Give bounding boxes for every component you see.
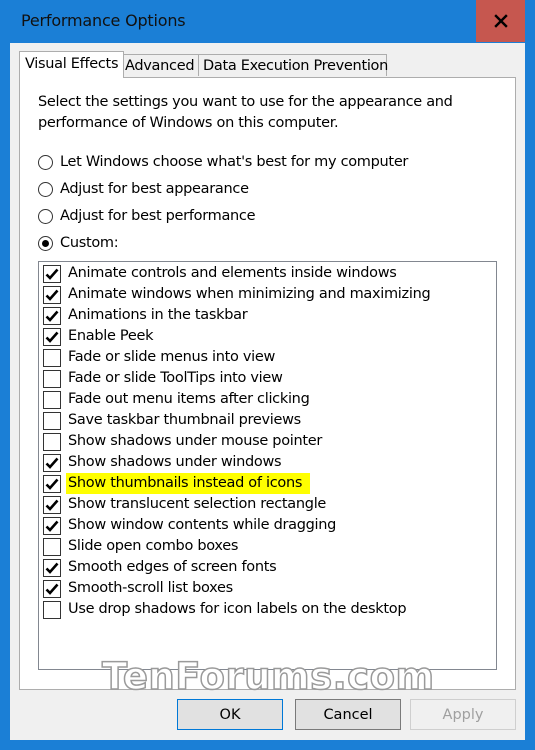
item-label: Animate windows when minimizing and maxi… <box>68 286 431 302</box>
radio-dot-icon <box>42 239 49 247</box>
list-item[interactable]: Fade or slide ToolTips into view <box>43 368 285 389</box>
radio-option[interactable]: Let Windows choose what's best for my co… <box>38 151 408 173</box>
item-label: Fade out menu items after clicking <box>68 391 310 407</box>
item-label: Save taskbar thumbnail previews <box>68 412 301 428</box>
list-item[interactable]: Smooth-scroll list boxes <box>43 578 235 599</box>
close-button[interactable] <box>476 0 525 42</box>
radio-label: Let Windows choose what's best for my co… <box>60 154 409 170</box>
checkmark-icon <box>45 331 59 343</box>
list-item[interactable]: Enable Peek <box>43 326 155 347</box>
checkmark-icon <box>45 562 59 574</box>
radio-selected-icon[interactable] <box>38 235 53 251</box>
checkbox-checked[interactable] <box>43 327 61 346</box>
checkbox-checked[interactable] <box>43 453 61 472</box>
checkbox-checked[interactable] <box>43 516 61 535</box>
radio-option[interactable]: Adjust for best performance <box>38 205 256 227</box>
visual-effects-list[interactable]: Animate controls and elements inside win… <box>38 261 497 670</box>
list-item[interactable]: Use drop shadows for icon labels on the … <box>43 599 408 620</box>
checkbox-unchecked[interactable] <box>43 432 61 451</box>
item-label: Smooth-scroll list boxes <box>68 580 233 596</box>
description-text: Select the settings you want to use for … <box>38 92 498 134</box>
description-line-2: performance of Windows on this computer. <box>38 115 339 131</box>
checkbox-checked[interactable] <box>43 306 61 325</box>
item-label: Show window contents while dragging <box>68 517 337 533</box>
radio-label: Adjust for best performance <box>60 208 256 224</box>
item-label: Animations in the taskbar <box>68 307 248 323</box>
checkbox-unchecked[interactable] <box>43 390 61 409</box>
list-item[interactable]: Animate windows when minimizing and maxi… <box>43 284 432 305</box>
item-label: Fade or slide menus into view <box>68 349 276 365</box>
tab-advanced[interactable]: Advanced <box>120 54 200 76</box>
checkmark-icon <box>45 289 59 301</box>
list-item[interactable]: Fade out menu items after clicking <box>43 389 311 410</box>
tab-data-execution-prevention[interactable]: Data Execution Prevention <box>198 54 388 76</box>
checkbox-checked[interactable] <box>43 285 61 304</box>
list-item[interactable]: Show thumbnails instead of icons <box>43 473 311 494</box>
list-item[interactable]: Smooth edges of screen fonts <box>43 557 278 578</box>
checkmark-icon <box>45 499 59 511</box>
description-line-1: Select the settings you want to use for … <box>38 94 453 110</box>
item-label: Use drop shadows for icon labels on the … <box>68 601 407 617</box>
list-item[interactable]: Show shadows under mouse pointer <box>43 431 324 452</box>
highlighted-item-label: Show thumbnails instead of icons <box>66 473 311 494</box>
item-label: Fade or slide ToolTips into view <box>68 370 283 386</box>
list-item[interactable]: Show shadows under windows <box>43 452 283 473</box>
checkbox-unchecked[interactable] <box>43 600 61 619</box>
cancel-button[interactable]: Cancel <box>295 699 401 730</box>
checkbox-unchecked[interactable] <box>43 411 61 430</box>
list-item[interactable]: Slide open combo boxes <box>43 536 240 557</box>
checkbox-unchecked[interactable] <box>43 348 61 367</box>
list-item[interactable]: Animate controls and elements inside win… <box>43 263 399 284</box>
tab-visual-effects[interactable]: Visual Effects <box>19 51 125 78</box>
checkbox-unchecked[interactable] <box>43 537 61 556</box>
radio-unselected-icon[interactable] <box>38 208 53 224</box>
checkbox-checked[interactable] <box>43 474 61 493</box>
checkmark-icon <box>45 583 59 595</box>
radio-unselected-icon[interactable] <box>38 154 53 170</box>
checkmark-icon <box>45 520 59 532</box>
checkbox-checked[interactable] <box>43 495 61 514</box>
title-bar: Performance Options <box>0 0 535 43</box>
window-title: Performance Options <box>21 11 186 30</box>
radio-unselected-icon[interactable] <box>38 181 53 197</box>
item-label: Show translucent selection rectangle <box>68 496 327 512</box>
item-label: Show shadows under mouse pointer <box>68 433 323 449</box>
radio-option[interactable]: Custom: <box>38 232 119 254</box>
checkbox-checked[interactable] <box>43 558 61 577</box>
apply-button[interactable]: Apply <box>410 699 516 730</box>
item-label: Enable Peek <box>68 328 154 344</box>
list-item[interactable]: Save taskbar thumbnail previews <box>43 410 303 431</box>
checkmark-icon <box>45 268 59 280</box>
list-item[interactable]: Show translucent selection rectangle <box>43 494 328 515</box>
list-item[interactable]: Show window contents while dragging <box>43 515 338 536</box>
checkbox-unchecked[interactable] <box>43 369 61 388</box>
item-label: Smooth edges of screen fonts <box>68 559 277 575</box>
radio-label: Custom: <box>60 235 119 251</box>
close-icon <box>493 14 508 28</box>
item-label: Slide open combo boxes <box>68 538 239 554</box>
radio-option[interactable]: Adjust for best appearance <box>38 178 249 200</box>
list-item[interactable]: Animations in the taskbar <box>43 305 249 326</box>
item-label: Show shadows under windows <box>68 454 282 470</box>
radio-label: Adjust for best appearance <box>60 181 249 197</box>
item-label: Animate controls and elements inside win… <box>68 265 397 281</box>
checkmark-icon <box>45 310 59 322</box>
ok-button[interactable]: OK <box>177 699 283 730</box>
checkbox-checked[interactable] <box>43 579 61 598</box>
list-item[interactable]: Fade or slide menus into view <box>43 347 277 368</box>
checkmark-icon <box>45 457 59 469</box>
checkmark-icon <box>45 478 59 490</box>
checkbox-checked[interactable] <box>43 264 61 283</box>
